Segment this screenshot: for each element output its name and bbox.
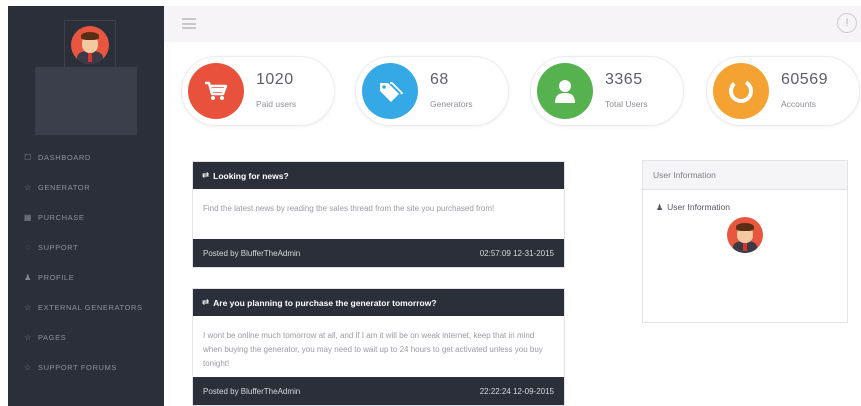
news-card-footer: Posted by BlufferTheAdmin 02:57:09 12-31… [193,239,564,267]
star-icon: ☆ [24,362,32,372]
sidebar-avatar-frame [64,20,116,70]
ring-icon [713,63,769,119]
stat-generators: 68 Generators [355,56,509,126]
stat-total-users: 3365 Total Users [530,56,684,126]
avatar[interactable] [727,217,763,253]
sidebar-item-support-forums[interactable]: ☆ SUPPORT FORUMS [8,352,164,382]
sidebar-item-label: PAGES [38,332,67,342]
user-panel-subtitle-text: User Information [667,202,731,212]
stat-paid-users: 1020 Paid users [181,56,335,126]
user-icon: ♟ [656,202,664,212]
sidebar-item-label: SUPPORT FORUMS [38,362,117,372]
sidebar-item-generator[interactable]: ☆ GENERATOR [8,172,164,202]
user-panel-subtitle: ♟ User Information [656,202,730,212]
sidebar-item-label: DASHBOARD [38,152,91,162]
sidebar-item-label: PURCHASE [38,212,85,222]
star-icon: ☆ [24,182,32,192]
sidebar-item-label: PROFILE [38,272,75,282]
hamburger-menu-icon[interactable] [182,18,196,29]
sidebar-item-label: SUPPORT [38,242,79,252]
stat-label: Accounts [781,99,816,109]
user-information-panel: User Information ♟ User Information [642,160,848,323]
sidebar-item-profile[interactable]: ♟ PROFILE [8,262,164,292]
sidebar: ☐ DASHBOARD ☆ GENERATOR ▦ PURCHASE ◌ SUPPORT… [8,6,164,406]
avatar[interactable] [71,26,109,64]
sidebar-nav: ☐ DASHBOARD ☆ GENERATOR ▦ PURCHASE ◌ SUPPORT… [8,142,164,382]
sidebar-item-purchase[interactable]: ▦ PURCHASE [8,202,164,232]
exchange-icon: ⇄ [202,297,210,307]
cart-icon [188,63,244,119]
news-timestamp: 22:22:24 12-09-2015 [479,386,554,396]
star-icon: ☆ [24,332,32,342]
profile-box [35,67,137,135]
sidebar-item-label: GENERATOR [38,182,91,192]
stat-value: 68 [430,71,449,88]
sidebar-item-label: EXTERNAL GENERATORS [38,302,143,312]
news-card-header: ⇄ Are you planning to purchase the gener… [193,289,564,316]
stat-value: 1020 [256,71,294,88]
news-card-body: I wont be online much tomorrow at all, a… [203,331,543,368]
news-card: ⇄ Are you planning to purchase the gener… [192,288,565,406]
news-author: Posted by BlufferTheAdmin [203,386,301,396]
user-icon: ♟ [24,272,32,282]
sidebar-item-pages[interactable]: ☆ PAGES [8,322,164,352]
sidebar-item-support[interactable]: ◌ SUPPORT [8,232,164,262]
stat-value: 3365 [605,71,643,88]
sidebar-item-external-generators[interactable]: ☆ EXTERNAL GENERATORS [8,292,164,322]
stat-accounts: 60569 Accounts [706,56,860,126]
star-icon: ☆ [24,302,32,312]
stat-value: 60569 [781,71,828,88]
stat-label: Total Users [605,99,648,109]
top-bar: ! [164,6,861,42]
dashboard-icon: ☐ [24,152,32,162]
news-card-header: ⇄ Looking for news? [193,162,564,189]
user-panel-title: User Information [643,161,847,190]
info-icon[interactable]: ! [837,13,857,33]
sidebar-item-dashboard[interactable]: ☐ DASHBOARD [8,142,164,172]
news-author: Posted by BlufferTheAdmin [203,248,301,258]
chat-icon: ◌ [25,242,31,252]
stat-label: Generators [430,99,473,109]
news-timestamp: 02:57:09 12-31-2015 [479,248,554,258]
purchase-icon: ▦ [23,212,33,222]
user-icon [537,63,593,119]
news-card-title: Looking for news? [213,170,289,181]
stat-label: Paid users [256,99,297,109]
news-card: ⇄ Looking for news? Find the latest news… [192,161,565,268]
news-card-body: Find the latest news by reading the sale… [203,204,495,213]
tags-icon [362,63,418,119]
news-card-footer: Posted by BlufferTheAdmin 22:22:24 12-09… [193,377,564,405]
exchange-icon: ⇄ [202,170,210,180]
news-card-title: Are you planning to purchase the generat… [213,297,437,308]
